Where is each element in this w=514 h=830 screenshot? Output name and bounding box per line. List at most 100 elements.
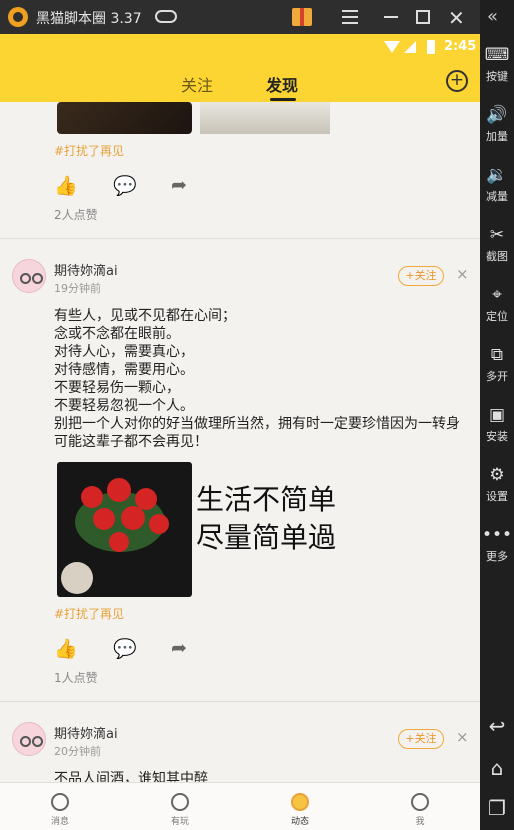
post-body: 不品人间酒，谁知其中醉 (54, 770, 464, 782)
gift-icon[interactable] (292, 8, 312, 26)
comment-icon[interactable]: 💬 (113, 174, 137, 197)
recents-icon[interactable]: ❐ (480, 796, 514, 820)
maximize-icon[interactable] (416, 10, 430, 24)
nav-me[interactable]: 我 (390, 783, 450, 827)
message-icon (51, 793, 69, 811)
avatar[interactable] (12, 259, 46, 293)
toolbar-label: 加量 (486, 130, 508, 143)
plus-circle-icon[interactable]: + (446, 70, 468, 92)
like-icon[interactable]: 👍 (54, 174, 78, 197)
post-tag[interactable]: #打扰了再见 (54, 142, 124, 159)
wifi-icon (384, 41, 400, 53)
nav-label: 我 (415, 817, 425, 827)
nav-label: 消息 (50, 817, 69, 827)
post-body: 有些人，见或不见都在心间； 念或不念都在眼前。 对待人心，需要真心， 对待感情，… (54, 307, 464, 451)
post-tag[interactable]: #打扰了再见 (54, 605, 124, 622)
post-line: 有些人，见或不见都在心间； (54, 308, 236, 324)
avatar[interactable] (12, 722, 46, 756)
dismiss-icon[interactable]: × (456, 265, 469, 283)
share-icon[interactable]: ➦ (171, 174, 187, 196)
photo-rose (81, 486, 103, 508)
planet-icon (291, 793, 309, 811)
toolbar-label: 安装 (486, 430, 508, 443)
toolbar-screenshot-button[interactable]: ✂ 截图 (480, 224, 514, 264)
nav-label: 有玩 (170, 817, 189, 827)
photo-rose (121, 506, 145, 530)
status-time: 2:45 (444, 39, 477, 54)
close-icon[interactable]: ✕ (448, 6, 465, 30)
toolbar-settings-button[interactable]: ⚙ 设置 (480, 464, 514, 504)
comment-icon[interactable]: 💬 (113, 637, 137, 660)
post-image[interactable] (57, 102, 192, 134)
minimize-icon[interactable] (384, 16, 398, 18)
volume-down-icon: 🔉 (486, 165, 508, 185)
toolbar-label: 减量 (486, 190, 508, 203)
photo-rose (107, 478, 131, 502)
photo-rose (93, 508, 115, 530)
emulator-toolbar: « ⌨ 按键 🔊 加量 🔉 减量 ✂ 截图 ⌖ 定位 ⧉ 多开 ▣ 安装 ⚙ 设… (480, 0, 514, 830)
post-line: 不要轻易伤一颗心， (54, 380, 180, 396)
menu-icon[interactable] (342, 10, 358, 24)
window-title: 黑猫脚本圈 3.37 (36, 11, 142, 27)
dismiss-icon[interactable]: × (456, 728, 469, 746)
phone-screen: 2:45 关注 发现 + #打扰了再见 👍 💬 ➦ 2人点赞 期待妳滴ai 19… (0, 34, 480, 830)
toolbar-keyboard-button[interactable]: ⌨ 按键 (480, 44, 514, 84)
feed-list[interactable]: #打扰了再见 👍 💬 ➦ 2人点赞 期待妳滴ai 19分钟前 +关注 × 有些人… (0, 102, 480, 782)
home-icon[interactable]: ⌂ (480, 756, 514, 780)
gamepad-icon[interactable] (155, 10, 177, 23)
post-username[interactable]: 期待妳滴ai (54, 723, 118, 742)
smiley-icon (411, 793, 429, 811)
emulator-titlebar: 黑猫脚本圈 3.37 ✕ (0, 0, 514, 34)
bottom-nav: 消息 有玩 动态 我 (0, 782, 480, 830)
share-icon[interactable]: ➦ (171, 637, 187, 659)
post-image[interactable] (200, 102, 330, 134)
photo-rose (149, 514, 169, 534)
post-line: 别把一个人对你的好当做理所当然，拥有时一定要珍惜因为一转身可能这辈子都不会再见！ (54, 416, 460, 450)
toolbar-label: 定位 (486, 310, 508, 323)
nav-messages[interactable]: 消息 (30, 783, 90, 827)
photo-rose (109, 532, 129, 552)
calligraphy-image[interactable]: 生活不简单 尽量简单過 (196, 481, 336, 557)
post-line: 不要轻易忽视一个人。 (54, 398, 194, 414)
apk-icon: ▣ (488, 405, 506, 425)
follow-button[interactable]: +关注 (398, 729, 444, 749)
post-card: 期待妳滴ai 20分钟前 +关注 × 不品人间酒，谁知其中醉 (0, 702, 480, 782)
nav-play[interactable]: 有玩 (150, 783, 210, 827)
tab-follow[interactable]: 关注 (181, 72, 213, 96)
signal-icon (404, 41, 416, 53)
calligraphy-line: 生活不简单 (196, 483, 337, 516)
nav-feed[interactable]: 动态 (270, 783, 330, 827)
follow-button[interactable]: +关注 (398, 266, 444, 286)
gear-icon: ⚙ (489, 465, 505, 485)
post-username[interactable]: 期待妳滴ai (54, 260, 118, 279)
toolbar-label: 设置 (486, 490, 508, 503)
post-time: 19分钟前 (54, 282, 101, 295)
toolbar-location-button[interactable]: ⌖ 定位 (480, 284, 514, 324)
app-logo-icon (8, 7, 28, 27)
toolbar-label: 按键 (486, 70, 508, 83)
toolbar-volume-down-button[interactable]: 🔉 减量 (480, 164, 514, 204)
back-icon[interactable]: ↩ (480, 714, 514, 738)
post-line: 不品人间酒，谁知其中醉 (54, 771, 208, 782)
location-icon: ⌖ (492, 285, 502, 305)
volume-up-icon: 🔊 (486, 105, 508, 125)
more-icon: ••• (481, 525, 513, 545)
post-card: 期待妳滴ai 19分钟前 +关注 × 有些人，见或不见都在心间； 念或不念都在眼… (0, 239, 480, 701)
toolbar-more-button[interactable]: ••• 更多 (480, 524, 514, 564)
post-line: 念或不念都在眼前。 (54, 326, 180, 342)
toolbar-multi-instance-button[interactable]: ⧉ 多开 (480, 344, 514, 384)
post-line: 对待感情，需要用心。 (54, 362, 194, 378)
toolbar-volume-up-button[interactable]: 🔊 加量 (480, 104, 514, 144)
post-card: #打扰了再见 👍 💬 ➦ 2人点赞 (0, 102, 480, 238)
nav-label: 动态 (290, 817, 309, 827)
bouquet-photo[interactable] (57, 462, 192, 597)
multi-instance-icon: ⧉ (490, 345, 504, 365)
status-bar: 2:45 (0, 34, 480, 60)
collapse-icon[interactable]: « (487, 6, 498, 27)
scissors-icon: ✂ (489, 225, 505, 245)
compass-icon (171, 793, 189, 811)
like-icon[interactable]: 👍 (54, 637, 78, 660)
toolbar-install-button[interactable]: ▣ 安装 (480, 404, 514, 444)
tab-discover[interactable]: 发现 (266, 72, 298, 96)
battery-icon (427, 40, 435, 54)
